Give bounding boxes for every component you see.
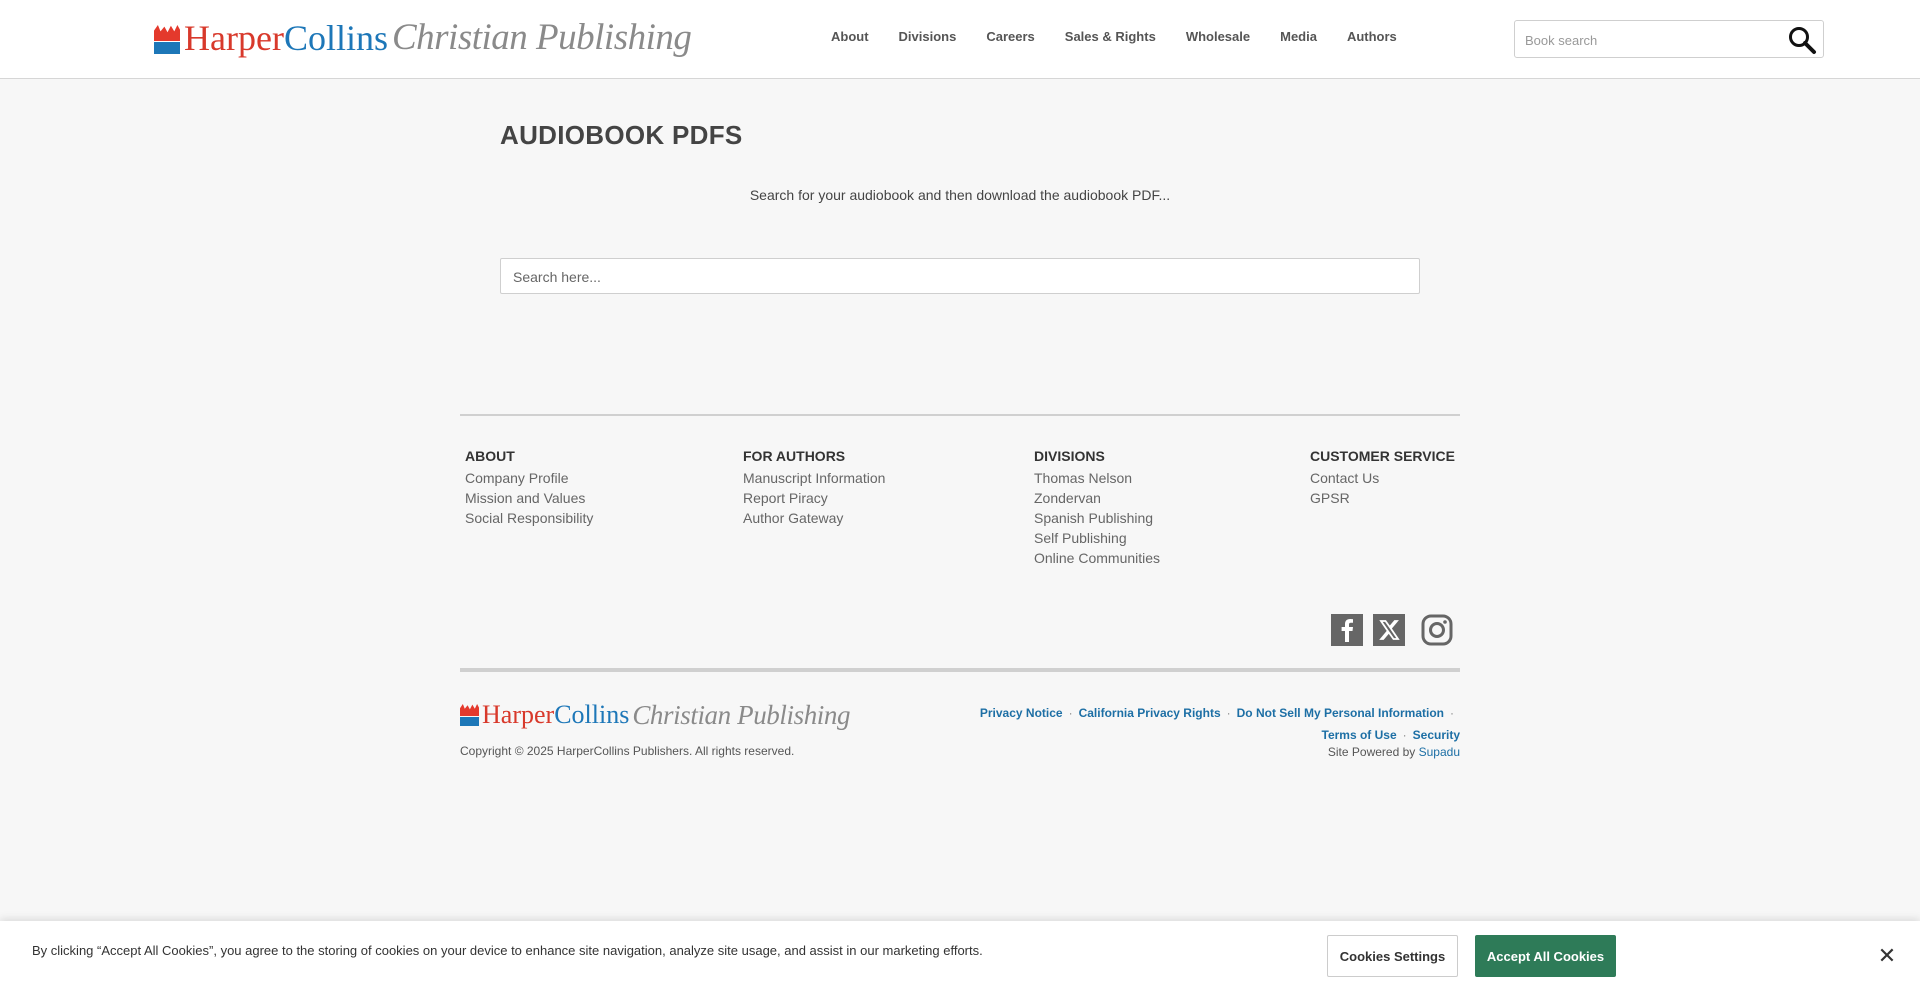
cookie-banner: By clicking “Accept All Cookies”, you ag… xyxy=(0,921,1920,993)
separator-dot: · xyxy=(1402,728,1407,742)
footer-link-contact-us[interactable]: Contact Us xyxy=(1310,468,1455,488)
intro-text: Search for your audiobook and then downl… xyxy=(749,187,1171,203)
cookie-message: By clicking “Accept All Cookies”, you ag… xyxy=(32,943,983,958)
footer-logo[interactable]: Harper Collins Christian Publishing xyxy=(460,700,851,730)
footer-logo-text-christian-publishing: Christian Publishing xyxy=(632,700,851,730)
nav-sales-rights[interactable]: Sales & Rights xyxy=(1065,29,1156,45)
footer-link-self-publishing[interactable]: Self Publishing xyxy=(1034,528,1160,548)
logo-text-harper: Harper xyxy=(184,18,284,58)
footer-link-thomas-nelson[interactable]: Thomas Nelson xyxy=(1034,468,1160,488)
footer-heading-for-authors: FOR AUTHORS xyxy=(743,448,846,464)
footer-link-report-piracy[interactable]: Report Piracy xyxy=(743,488,885,508)
nav-about[interactable]: About xyxy=(831,29,869,45)
footer-column-for-authors: FOR AUTHORS Manuscript Information Repor… xyxy=(743,448,885,528)
footer-link-mission-values[interactable]: Mission and Values xyxy=(465,488,593,508)
logo-fire-water-icon xyxy=(154,25,180,54)
footer-link-author-gateway[interactable]: Author Gateway xyxy=(743,508,885,528)
supadu-link[interactable]: Supadu xyxy=(1419,745,1460,759)
footer-logo-text-harper: Harper xyxy=(482,700,555,729)
footer-logo-fire-water-icon xyxy=(460,704,479,726)
main-nav: About Divisions Careers Sales & Rights W… xyxy=(831,29,1427,45)
do-not-sell-link[interactable]: Do Not Sell My Personal Information xyxy=(1237,706,1444,720)
audiobook-search-input[interactable] xyxy=(513,267,1393,287)
copyright-text: Copyright © 2025 HarperCollins Publisher… xyxy=(460,744,795,758)
book-search-box xyxy=(1514,20,1824,58)
footer-divider-bottom xyxy=(460,668,1460,672)
nav-divisions[interactable]: Divisions xyxy=(899,29,957,45)
nav-careers[interactable]: Careers xyxy=(986,29,1034,45)
footer-link-spanish-publishing[interactable]: Spanish Publishing xyxy=(1034,508,1160,528)
footer-link-online-communities[interactable]: Online Communities xyxy=(1034,548,1160,568)
separator-dot: · xyxy=(1226,706,1231,720)
cookies-settings-button[interactable]: Cookies Settings xyxy=(1327,935,1458,977)
california-privacy-rights-link[interactable]: California Privacy Rights xyxy=(1079,706,1221,720)
footer-column-about: ABOUT Company Profile Mission and Values… xyxy=(465,448,593,528)
footer-logo-text-collins: Collins xyxy=(554,700,630,729)
social-links xyxy=(1331,614,1453,646)
accept-all-cookies-button[interactable]: Accept All Cookies xyxy=(1475,935,1616,977)
footer-link-manuscript-information[interactable]: Manuscript Information xyxy=(743,468,885,488)
security-link[interactable]: Security xyxy=(1413,728,1460,742)
close-icon[interactable]: ✕ xyxy=(1876,945,1898,967)
page-title: AUDIOBOOK PDFS xyxy=(500,120,743,150)
footer-heading-divisions: DIVISIONS xyxy=(1034,448,1105,464)
legal-links: Privacy Notice · California Privacy Rights… xyxy=(980,702,1460,746)
nav-authors[interactable]: Authors xyxy=(1347,29,1397,45)
powered-by: Site Powered by Supadu xyxy=(1328,745,1460,759)
separator-dot: · xyxy=(1450,706,1454,720)
site-header: Harper Collins Christian Publishing Abou… xyxy=(0,0,1920,79)
logo-text-christian-publishing: Christian Publishing xyxy=(391,17,692,58)
terms-of-use-link[interactable]: Terms of Use xyxy=(1322,728,1397,742)
facebook-icon[interactable] xyxy=(1331,614,1363,646)
footer-divider xyxy=(460,414,1460,416)
nav-media[interactable]: Media xyxy=(1280,29,1317,45)
footer-column-customer-service: CUSTOMER SERVICE Contact Us GPSR xyxy=(1310,448,1455,508)
footer-link-gpsr[interactable]: GPSR xyxy=(1310,488,1455,508)
book-search-input[interactable] xyxy=(1525,30,1775,50)
search-icon[interactable] xyxy=(1787,25,1817,55)
audiobook-search-box xyxy=(500,258,1420,294)
footer-heading-about: ABOUT xyxy=(465,448,515,464)
instagram-icon[interactable] xyxy=(1421,614,1453,646)
footer-column-divisions: DIVISIONS Thomas Nelson Zondervan Spanis… xyxy=(1034,448,1160,568)
footer-link-social-responsibility[interactable]: Social Responsibility xyxy=(465,508,593,528)
logo-text-collins: Collins xyxy=(283,18,388,58)
footer-link-company-profile[interactable]: Company Profile xyxy=(465,468,593,488)
x-icon[interactable] xyxy=(1373,614,1405,646)
privacy-notice-link[interactable]: Privacy Notice xyxy=(980,706,1063,720)
separator-dot: · xyxy=(1068,706,1073,720)
footer-link-zondervan[interactable]: Zondervan xyxy=(1034,488,1160,508)
powered-by-label: Site Powered by xyxy=(1327,745,1416,759)
site-logo[interactable]: Harper Collins Christian Publishing xyxy=(154,16,692,60)
footer-heading-customer-service: CUSTOMER SERVICE xyxy=(1310,448,1455,464)
nav-wholesale[interactable]: Wholesale xyxy=(1186,29,1250,45)
